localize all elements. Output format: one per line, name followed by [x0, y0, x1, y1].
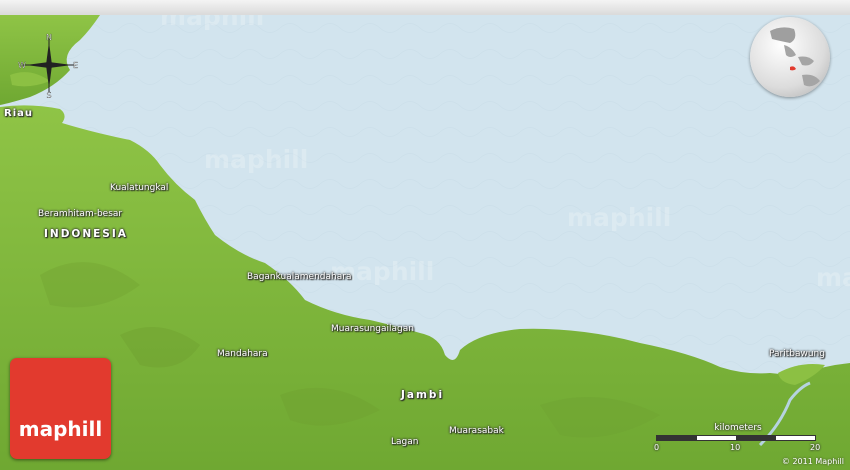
maphill-logo[interactable]: maphill — [10, 358, 111, 459]
watermark: maphill — [567, 203, 672, 232]
map-view[interactable]: maphill maphill maphill maphill maphill … — [0, 0, 850, 470]
scale-tick-0: 0 — [654, 443, 660, 452]
country-label: INDONESIA — [44, 228, 128, 240]
place-label: Kualatungkal — [110, 183, 169, 193]
compass-n: N — [46, 33, 52, 42]
place-label: Beramhitam-besar — [38, 209, 123, 219]
place-label: Bagankualamendahara — [247, 272, 352, 282]
scale-title: kilometers — [714, 423, 762, 433]
place-label: Mandahara — [217, 349, 268, 359]
watermark: maphill — [816, 263, 850, 292]
copyright: © 2011 Maphill — [781, 457, 844, 466]
watermark: maphill — [160, 15, 265, 31]
watermark: maphill — [204, 145, 309, 174]
region-label-riau: Riau — [4, 108, 33, 119]
map-frame[interactable]: maphill maphill maphill maphill maphill … — [0, 15, 850, 470]
compass-e: E — [73, 61, 78, 70]
location-marker — [790, 66, 796, 71]
compass-s: S — [46, 91, 51, 98]
place-label: Muarasungailagan — [331, 324, 414, 334]
logo-text: maphill — [18, 417, 103, 441]
scale-bar-graphic — [656, 435, 816, 441]
place-label: Lagan — [391, 437, 419, 447]
scale-tick-20: 20 — [810, 443, 821, 452]
locator-globe — [750, 17, 830, 97]
place-label: Muarasabak — [449, 426, 504, 436]
province-label: Jambi — [401, 389, 445, 401]
compass-w: W — [18, 61, 26, 70]
scale-bar: kilometers 0 10 20 — [654, 423, 822, 456]
compass-rose-icon: N S E W — [16, 32, 82, 100]
terrain-layer — [0, 15, 850, 470]
place-label: Paritbawung — [769, 349, 825, 359]
scale-tick-10: 10 — [730, 443, 741, 452]
top-bar — [0, 0, 850, 15]
